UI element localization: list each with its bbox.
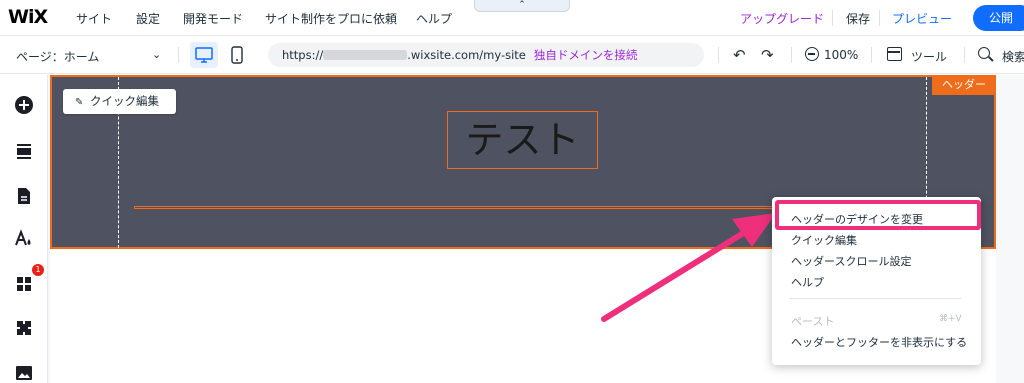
- menu-hire-pro[interactable]: サイト制作をプロに依頼: [265, 10, 397, 27]
- highlight-box: [775, 200, 981, 230]
- media-icon[interactable]: [14, 363, 34, 383]
- sections-icon[interactable]: [14, 141, 34, 161]
- redacted-username: [323, 49, 408, 60]
- menu-item-header-scroll-settings[interactable]: ヘッダースクロール設定: [791, 253, 911, 269]
- search-button[interactable]: 検索: [1002, 48, 1024, 65]
- wix-logo[interactable]: WiX: [8, 6, 48, 28]
- divider: [791, 47, 792, 63]
- wix-editor: WiX サイト 設定 開発モード サイト制作をプロに依頼 ヘルプ ⌃ アップグレ…: [0, 0, 1024, 383]
- redo-icon[interactable]: ↷: [761, 46, 774, 64]
- menu-item-hide-header-footer[interactable]: ヘッダーとフッターを非表示にする: [791, 334, 967, 350]
- pencil-icon: ✎: [75, 97, 84, 108]
- tools-button[interactable]: ツール: [911, 48, 947, 65]
- menu-item-paste: ペースト: [791, 315, 835, 328]
- business-tools-icon[interactable]: [14, 318, 34, 338]
- divider: [718, 47, 719, 63]
- desktop-icon: [195, 47, 213, 63]
- zoom-level[interactable]: 100%: [824, 48, 858, 62]
- tools-icon[interactable]: [887, 47, 902, 61]
- divider: [879, 10, 880, 26]
- apps-icon[interactable]: [14, 274, 34, 294]
- preview-button[interactable]: プレビュー: [892, 10, 952, 27]
- menu-item-quick-edit[interactable]: クイック編集: [791, 232, 857, 248]
- page-selector[interactable]: ページ：ホーム: [16, 48, 99, 65]
- quick-edit-button[interactable]: ✎ クイック編集: [63, 89, 176, 114]
- paste-shortcut: ⌘+V: [939, 314, 962, 324]
- divider: [871, 47, 872, 63]
- design-icon[interactable]: [14, 229, 34, 249]
- menu-settings[interactable]: 設定: [136, 10, 160, 27]
- search-icon[interactable]: [978, 47, 990, 59]
- undo-icon[interactable]: ↶: [733, 46, 746, 64]
- chevron-down-icon[interactable]: ⌄: [152, 48, 161, 61]
- sub-bar: ページ：ホーム ⌄ https:// .wixsite.com/my-site 独自…: [0, 36, 1024, 74]
- add-elements-icon[interactable]: [14, 95, 34, 115]
- menu-help[interactable]: ヘルプ: [416, 10, 452, 27]
- divider: [832, 10, 833, 26]
- menu-dev-mode[interactable]: 開発モード: [183, 10, 243, 27]
- desktop-view-button[interactable]: [190, 42, 218, 68]
- mobile-icon: [231, 46, 243, 64]
- url-prefix: https://: [282, 48, 324, 62]
- menu-site[interactable]: サイト: [76, 10, 112, 27]
- site-title-text[interactable]: テスト: [447, 111, 598, 169]
- quick-edit-label: クイック編集: [90, 94, 159, 108]
- divider: [178, 47, 179, 63]
- upgrade-link[interactable]: アップグレード: [740, 10, 824, 27]
- connect-domain-link[interactable]: 独自ドメインを接続: [534, 48, 638, 62]
- url-suffix: .wixsite.com/my-site: [407, 48, 526, 62]
- header-label-tag[interactable]: ヘッダー: [932, 75, 996, 95]
- publish-button[interactable]: 公開: [973, 5, 1024, 31]
- annotation-arrow: [601, 213, 776, 322]
- pages-icon[interactable]: [14, 186, 34, 206]
- mobile-view-button[interactable]: [226, 42, 248, 68]
- apps-notification-badge: 1: [32, 264, 44, 276]
- menu-item-help[interactable]: ヘルプ: [791, 274, 824, 290]
- top-bar: WiX サイト 設定 開発モード サイト制作をプロに依頼 ヘルプ ⌃ アップグレ…: [0, 0, 1024, 36]
- divider: [964, 47, 965, 63]
- menu-divider: [789, 298, 961, 299]
- chevron-up-icon: ⌃: [518, 0, 526, 10]
- collapse-topbar-tab[interactable]: ⌃: [474, 0, 570, 12]
- site-url-bar[interactable]: https:// .wixsite.com/my-site 独自ドメインを接続: [268, 43, 704, 67]
- zoom-out-icon[interactable]: [805, 47, 819, 61]
- save-button[interactable]: 保存: [846, 10, 870, 27]
